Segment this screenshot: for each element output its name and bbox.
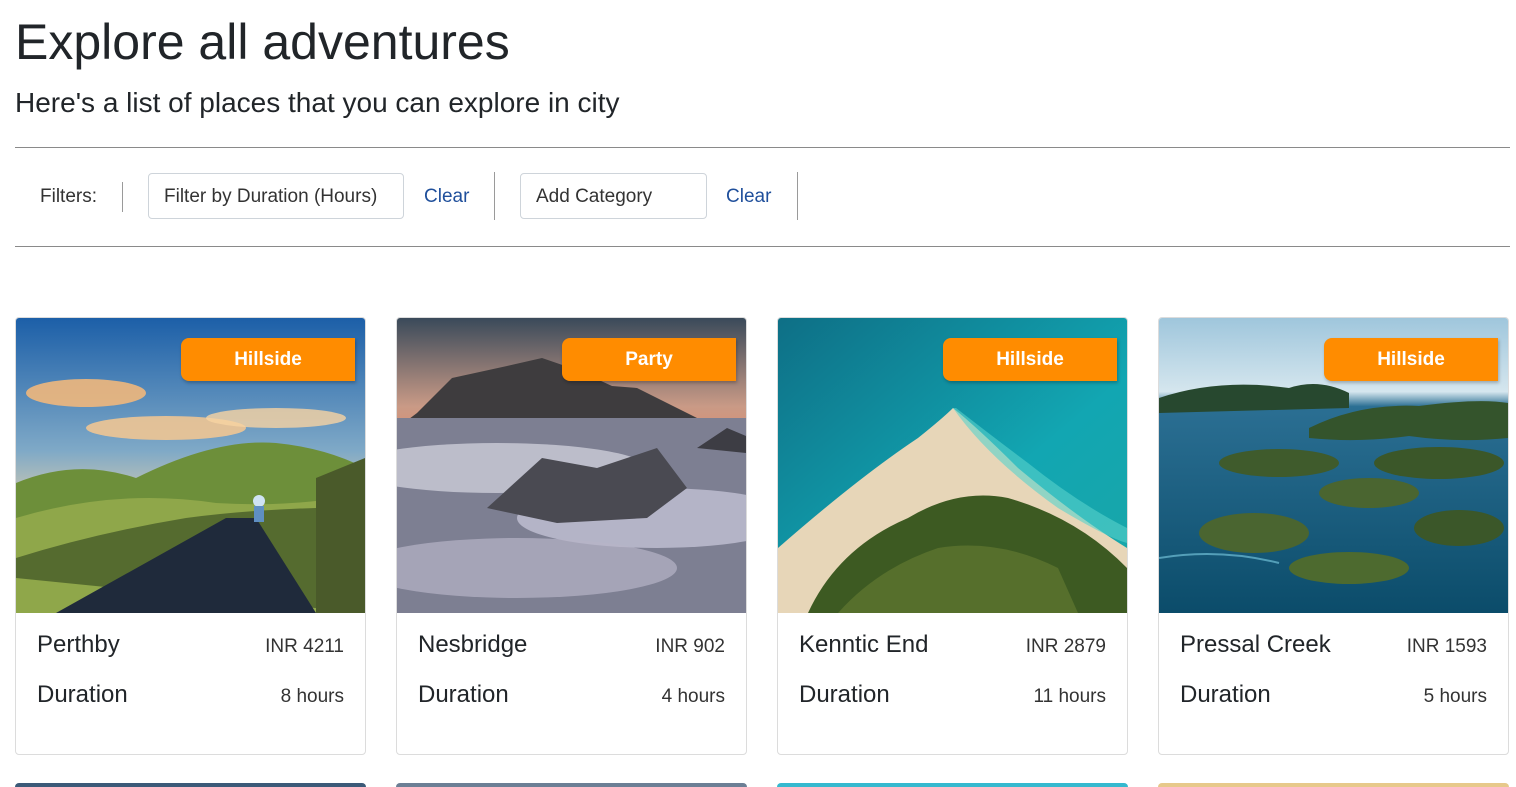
- card-duration-row: Duration 5 hours: [1180, 681, 1487, 715]
- adventure-price: INR 1593: [1406, 636, 1487, 657]
- adventure-card[interactable]: Hillside Pressal Creek INR 1593 Duration…: [1158, 317, 1509, 755]
- card-name-row: Nesbridge INR 902: [418, 631, 725, 665]
- clear-category-link[interactable]: Clear: [726, 186, 771, 208]
- card-duration-row: Duration 8 hours: [37, 681, 344, 715]
- duration-label: Duration: [1180, 681, 1271, 708]
- adventures-page: Explore all adventures Here's a list of …: [0, 0, 1516, 787]
- card-duration-row: Duration 4 hours: [418, 681, 725, 715]
- filters-label: Filters:: [40, 186, 97, 207]
- category-banner: Hillside: [1324, 338, 1498, 381]
- card-body: Kenntic End INR 2879 Duration 11 hours: [778, 613, 1127, 754]
- adventure-card-partial[interactable]: [396, 783, 747, 787]
- duration-label: Duration: [799, 681, 890, 708]
- divider-bottom: [15, 246, 1510, 247]
- adventure-price: INR 902: [655, 636, 725, 657]
- page-subtitle: Here's a list of places that you can exp…: [15, 87, 620, 118]
- adventure-card[interactable]: Hillside Perthby INR 4211 Duration 8 hou…: [15, 317, 366, 755]
- adventure-card[interactable]: Hillside Kenntic End INR 2879 Duration 1…: [777, 317, 1128, 755]
- filters-bar: Filters: Filter by Duration (Hours) Clea…: [15, 172, 1510, 222]
- card-body: Perthby INR 4211 Duration 8 hours: [16, 613, 365, 754]
- adventure-duration: 8 hours: [280, 686, 344, 707]
- filters-separator: [494, 172, 495, 220]
- adventure-name: Pressal Creek: [1180, 631, 1331, 658]
- adventure-name: Kenntic End: [799, 631, 929, 658]
- adventure-price: INR 2879: [1025, 636, 1106, 657]
- card-name-row: Pressal Creek INR 1593: [1180, 631, 1487, 665]
- duration-filter-select[interactable]: Filter by Duration (Hours): [148, 173, 404, 219]
- duration-label: Duration: [37, 681, 128, 708]
- duration-label: Duration: [418, 681, 509, 708]
- clear-duration-link[interactable]: Clear: [424, 186, 469, 208]
- adventure-name: Perthby: [37, 631, 120, 658]
- adventure-duration: 5 hours: [1423, 686, 1487, 707]
- category-banner: Hillside: [943, 338, 1117, 381]
- card-duration-row: Duration 11 hours: [799, 681, 1106, 715]
- adventure-duration: 4 hours: [661, 686, 725, 707]
- card-body: Nesbridge INR 902 Duration 4 hours: [397, 613, 746, 754]
- adventure-card-partial[interactable]: [15, 783, 366, 787]
- divider-top: [15, 147, 1510, 148]
- adventure-card-partial[interactable]: [777, 783, 1128, 787]
- card-name-row: Perthby INR 4211: [37, 631, 344, 665]
- card-body: Pressal Creek INR 1593 Duration 5 hours: [1159, 613, 1508, 754]
- category-banner: Hillside: [181, 338, 355, 381]
- adventure-name: Nesbridge: [418, 631, 528, 658]
- adventure-card-partial[interactable]: [1158, 783, 1509, 787]
- filters-separator: [122, 182, 123, 212]
- page-title: Explore all adventures: [15, 14, 510, 70]
- adventure-duration: 11 hours: [1033, 686, 1106, 707]
- filters-separator: [797, 172, 798, 220]
- adventure-card[interactable]: Party Nesbridge INR 902 Duration 4 hours: [396, 317, 747, 755]
- adventure-price: INR 4211: [265, 636, 344, 657]
- card-name-row: Kenntic End INR 2879: [799, 631, 1106, 665]
- category-banner: Party: [562, 338, 736, 381]
- category-filter-select[interactable]: Add Category: [520, 173, 707, 219]
